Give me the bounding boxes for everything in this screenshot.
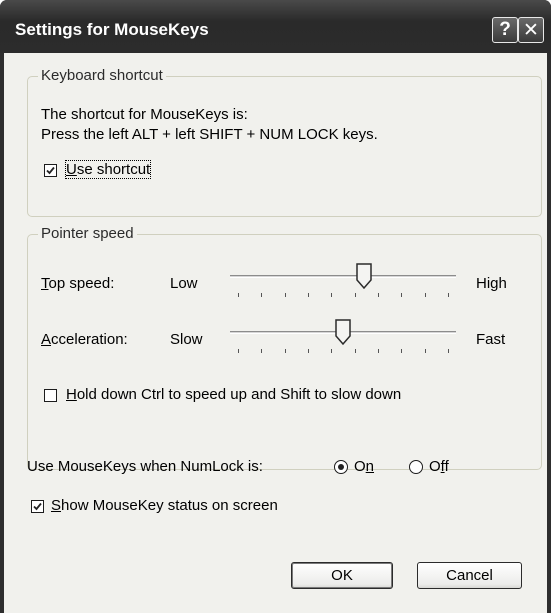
help-button[interactable]: ? <box>492 17 518 43</box>
use-shortcut-label[interactable]: Use shortcut <box>64 160 152 179</box>
top-speed-thumb[interactable] <box>356 263 372 289</box>
slider-tick <box>331 349 333 353</box>
dialog-title: Settings for MouseKeys <box>15 20 209 39</box>
slider-tick <box>448 349 449 353</box>
settings-dialog: Settings for MouseKeys ? ✕ Keyboard shor… <box>0 0 551 613</box>
keyboard-shortcut-group: Keyboard shortcut The shortcut for Mouse… <box>27 67 542 217</box>
slider-tick <box>238 293 239 297</box>
slider-tick <box>331 293 333 297</box>
use-shortcut-checkbox[interactable] <box>44 164 57 177</box>
acceleration-label: Acceleration: <box>41 331 128 348</box>
numlock-off-label[interactable]: Off <box>429 458 449 475</box>
slider-tick <box>354 293 356 297</box>
hold-ctrl-label[interactable]: Hold down Ctrl to speed up and Shift to … <box>66 386 401 403</box>
close-icon: ✕ <box>523 19 539 41</box>
slider-tick <box>378 349 379 353</box>
slider-tick <box>401 349 403 353</box>
top-speed-high-label: High <box>476 275 507 292</box>
slider-tick <box>238 349 239 353</box>
pointer-speed-group: Pointer speed Top speed: Low High Accele… <box>27 225 542 470</box>
dialog-body: Keyboard shortcut The shortcut for Mouse… <box>4 53 547 613</box>
slider-tick <box>378 293 379 297</box>
slider-tick <box>308 349 309 353</box>
pointer-speed-legend: Pointer speed <box>38 225 137 242</box>
slider-tick <box>424 349 426 353</box>
numlock-label: Use MouseKeys when NumLock is: <box>27 458 263 475</box>
slider-tick <box>284 349 286 353</box>
slider-tick <box>401 293 403 297</box>
numlock-on-radio[interactable] <box>334 460 348 474</box>
checkmark-icon <box>46 166 55 175</box>
cancel-button[interactable]: Cancel <box>417 562 522 589</box>
acceleration-thumb[interactable] <box>335 319 351 345</box>
numlock-on-label[interactable]: On <box>354 458 374 475</box>
top-speed-track <box>230 275 456 278</box>
help-icon: ? <box>499 19 511 40</box>
hold-ctrl-checkbox[interactable] <box>44 389 57 402</box>
acceleration-slow-label: Slow <box>170 331 203 348</box>
title-bar[interactable]: Settings for MouseKeys ? ✕ <box>0 0 551 53</box>
shortcut-keys: Press the left ALT + left SHIFT + NUM LO… <box>41 126 378 143</box>
show-status-checkbox[interactable] <box>31 500 44 513</box>
top-speed-slider[interactable] <box>230 261 456 305</box>
slider-tick <box>261 349 263 353</box>
slider-tick <box>284 293 286 297</box>
keyboard-shortcut-legend: Keyboard shortcut <box>38 67 166 84</box>
acceleration-slider[interactable] <box>230 317 456 361</box>
slider-tick <box>308 293 309 297</box>
slider-tick <box>448 293 449 297</box>
top-speed-label: Top speed: <box>41 275 115 292</box>
ok-button[interactable]: OK <box>291 562 393 589</box>
close-button[interactable]: ✕ <box>518 17 544 43</box>
shortcut-description: The shortcut for MouseKeys is: <box>41 106 248 123</box>
slider-tick <box>424 293 426 297</box>
show-status-label[interactable]: Show MouseKey status on screen <box>51 497 278 514</box>
top-speed-low-label: Low <box>170 275 198 292</box>
numlock-off-radio[interactable] <box>409 460 423 474</box>
checkmark-icon <box>33 502 42 511</box>
slider-tick <box>354 349 356 353</box>
acceleration-fast-label: Fast <box>476 331 506 348</box>
radio-selected-dot <box>338 464 344 470</box>
slider-tick <box>261 293 263 297</box>
